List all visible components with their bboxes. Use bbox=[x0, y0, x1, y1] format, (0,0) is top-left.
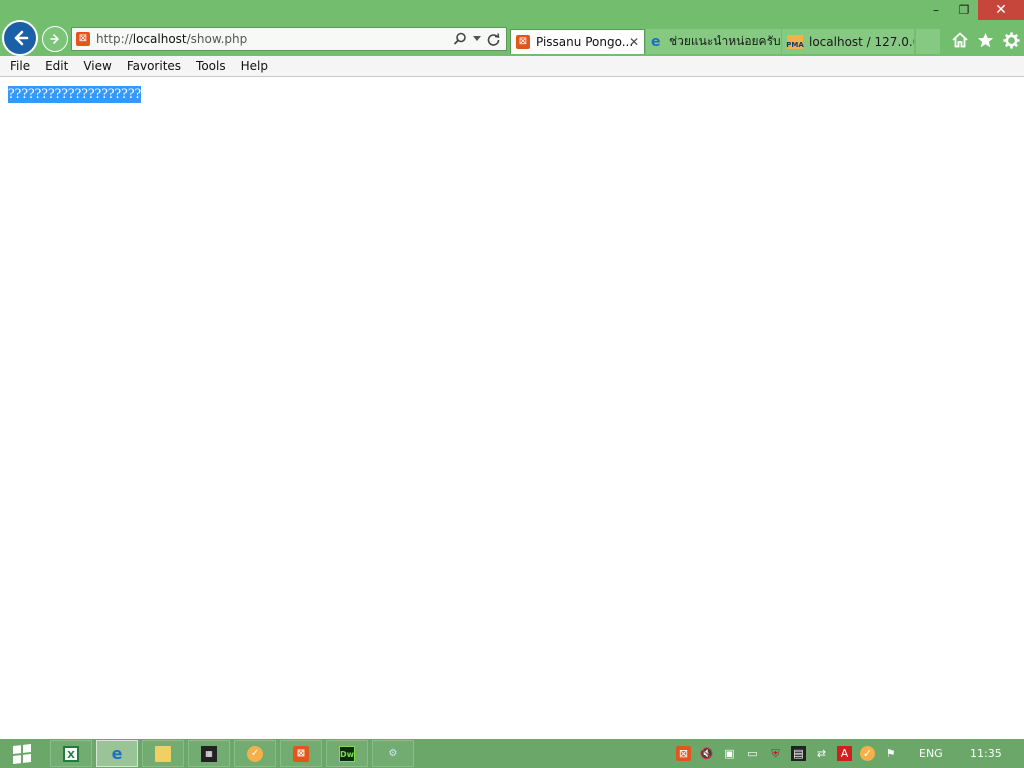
menu-help[interactable]: Help bbox=[241, 59, 268, 73]
window-controls: – ❐ ✕ bbox=[922, 0, 1024, 20]
taskbar: X e ▦ ✓ ⊠ Dw ⚙ ⊠ 🔇 ▣ ▭ ⛨ ▤ ⇄ A ✓ ⚑ ENG 1… bbox=[0, 739, 1024, 768]
taskbar-orange-app[interactable]: ✓ bbox=[234, 740, 276, 767]
media-player-icon: ▦ bbox=[201, 745, 217, 762]
menu-bar: File Edit View Favorites Tools Help bbox=[0, 56, 1024, 77]
close-tab-button[interactable]: ✕ bbox=[629, 35, 639, 49]
address-url[interactable]: http://localhost/show.php bbox=[96, 32, 453, 46]
browser-toolbar-icons bbox=[948, 28, 1024, 52]
search-icon[interactable] bbox=[453, 32, 467, 46]
excel-icon: X bbox=[63, 745, 79, 762]
menu-favorites[interactable]: Favorites bbox=[127, 59, 181, 73]
taskbar-network-app[interactable]: ⚙ bbox=[372, 740, 414, 767]
settings-gear-icon[interactable] bbox=[1003, 31, 1020, 49]
dreamweaver-icon: Dw bbox=[339, 745, 355, 762]
tab-label: Pissanu Pongo... bbox=[536, 35, 634, 49]
vlc-tray-icon[interactable]: ▤ bbox=[791, 746, 806, 761]
folder-icon bbox=[155, 745, 171, 762]
tab-active[interactable]: ⊠ Pissanu Pongo... ✕ bbox=[510, 29, 645, 54]
transfer-icon[interactable]: ⇄ bbox=[814, 746, 829, 761]
minimize-button[interactable]: – bbox=[922, 0, 950, 20]
close-window-button[interactable]: ✕ bbox=[978, 0, 1024, 20]
windows-logo-icon bbox=[13, 743, 31, 764]
clock[interactable]: 11:35 bbox=[970, 739, 1002, 768]
restore-button[interactable]: ❐ bbox=[950, 0, 978, 20]
menu-edit[interactable]: Edit bbox=[45, 59, 68, 73]
tab-label: localhost / 127.0.0... bbox=[809, 34, 914, 49]
menu-tools[interactable]: Tools bbox=[196, 59, 226, 73]
taskbar-file-explorer[interactable] bbox=[142, 740, 184, 767]
taskbar-media-player[interactable]: ▦ bbox=[188, 740, 230, 767]
taskbar-excel[interactable]: X bbox=[50, 740, 92, 767]
home-icon[interactable] bbox=[952, 32, 968, 48]
taskbar-dreamweaver[interactable]: Dw bbox=[326, 740, 368, 767]
menu-view[interactable]: View bbox=[83, 59, 111, 73]
action-center-flag-icon[interactable]: ⚑ bbox=[883, 746, 898, 761]
monitor-icon[interactable]: ▭ bbox=[745, 746, 760, 761]
network-app-icon: ⚙ bbox=[388, 747, 398, 759]
tab-phpmyadmin[interactable]: PMA localhost / 127.0.0... bbox=[782, 29, 914, 54]
refresh-icon[interactable] bbox=[487, 32, 500, 46]
acrobat-icon[interactable]: A bbox=[837, 746, 852, 761]
ie-icon: e bbox=[111, 743, 123, 763]
phpmyadmin-icon: PMA bbox=[786, 34, 804, 49]
orange-tray-icon[interactable]: ✓ bbox=[860, 746, 875, 761]
chevron-down-icon[interactable] bbox=[473, 36, 481, 42]
back-button[interactable] bbox=[2, 20, 38, 56]
tab-thai-forum[interactable]: e ช่วยแนะนำหน่อยครับ เ... bbox=[646, 29, 781, 54]
taskbar-xampp[interactable]: ⊠ bbox=[280, 740, 322, 767]
xampp-tray-icon[interactable]: ⊠ bbox=[676, 746, 691, 761]
page-content: ???????????????????? bbox=[0, 77, 1024, 739]
back-arrow-icon bbox=[14, 30, 29, 46]
address-bar[interactable]: ⊠ http://localhost/show.php bbox=[71, 27, 507, 51]
shield-icon[interactable]: ⛨ bbox=[768, 746, 783, 761]
new-tab-button[interactable] bbox=[916, 29, 940, 54]
orange-app-icon: ✓ bbox=[247, 745, 263, 762]
browser-titlebar: – ❐ ✕ ⊠ http://localhost/show.php ⊠ Piss… bbox=[0, 0, 1024, 56]
tab-label: ช่วยแนะนำหน่อยครับ เ... bbox=[668, 34, 781, 48]
selected-page-text[interactable]: ???????????????????? bbox=[8, 86, 142, 103]
xampp-icon: ⊠ bbox=[516, 35, 530, 49]
start-button[interactable] bbox=[0, 739, 44, 768]
taskbar-internet-explorer[interactable]: e bbox=[96, 740, 138, 767]
system-tray: ⊠ 🔇 ▣ ▭ ⛨ ▤ ⇄ A ✓ ⚑ bbox=[672, 739, 902, 768]
speaker-muted-icon[interactable]: 🔇 bbox=[699, 746, 714, 761]
xampp-icon: ⊠ bbox=[76, 32, 90, 46]
ie-icon: e bbox=[651, 33, 661, 50]
network-icon[interactable]: ▣ bbox=[722, 746, 737, 761]
xampp-icon: ⊠ bbox=[293, 745, 309, 762]
forward-button[interactable] bbox=[42, 26, 68, 52]
forward-arrow-icon bbox=[50, 34, 59, 44]
language-indicator[interactable]: ENG bbox=[919, 739, 943, 768]
menu-file[interactable]: File bbox=[10, 59, 30, 73]
favorites-star-icon[interactable] bbox=[977, 32, 994, 49]
